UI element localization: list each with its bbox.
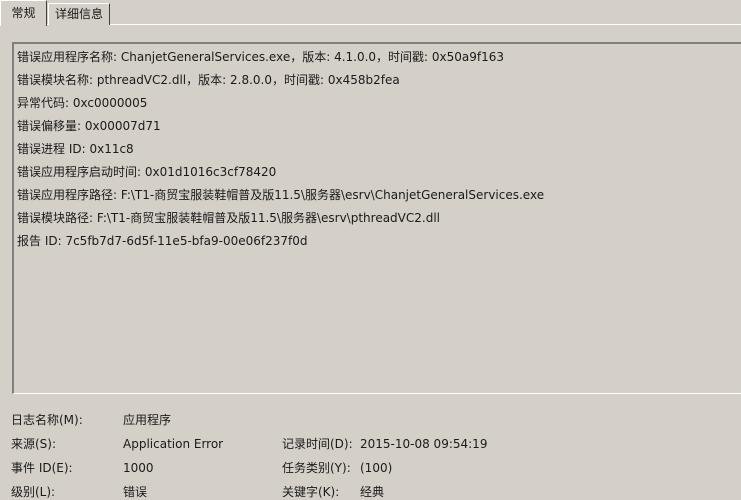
event-id-label: 事件 ID(E): xyxy=(11,461,73,475)
description-line: 异常代码: 0xc0000005 xyxy=(17,96,148,110)
description-line: 错误模块名称: pthreadVC2.dll，版本: 2.8.0.0，时间戳: … xyxy=(17,73,400,87)
level-label: 级别(L): xyxy=(11,485,56,499)
logged-label: 记录时间(D): xyxy=(282,437,353,451)
level-value: 错误 xyxy=(123,485,148,499)
keywords-value: 经典 xyxy=(360,485,385,499)
event-description-textbox[interactable]: 错误应用程序名称: ChanjetGeneralServices.exe，版本:… xyxy=(12,42,741,394)
tab-general[interactable]: 常规 xyxy=(0,0,47,26)
description-line: 错误应用程序路径: F:\T1-商贸宝服装鞋帽普及版11.5\服务器\esrv\… xyxy=(17,188,545,202)
tab-strip-border xyxy=(0,24,741,25)
source-value: Application Error xyxy=(123,437,224,451)
description-line: 错误模块路径: F:\T1-商贸宝服装鞋帽普及版11.5\服务器\esrv\pt… xyxy=(17,211,441,225)
description-line: 错误应用程序名称: ChanjetGeneralServices.exe，版本:… xyxy=(17,50,505,64)
log-name-label: 日志名称(M): xyxy=(11,413,83,427)
log-name-value: 应用程序 xyxy=(123,413,172,427)
tab-general-label: 常规 xyxy=(11,6,36,20)
task-category-label: 任务类别(Y): xyxy=(282,461,351,475)
description-line: 错误偏移量: 0x00007d71 xyxy=(17,119,161,133)
keywords-label: 关键字(K): xyxy=(282,485,340,499)
tab-strip: 常规 详细信息 xyxy=(0,0,741,26)
description-line: 错误应用程序启动时间: 0x01d1016c3cf78420 xyxy=(17,165,277,179)
logged-value: 2015-10-08 09:54:19 xyxy=(360,437,488,451)
tab-details[interactable]: 详细信息 xyxy=(48,3,110,25)
event-id-value: 1000 xyxy=(123,461,154,475)
task-category-value: (100) xyxy=(360,461,393,475)
description-line: 报告 ID: 7c5fb7d7-6d5f-11e5-bfa9-00e06f237… xyxy=(17,234,308,248)
tab-details-label: 详细信息 xyxy=(54,7,103,21)
source-label: 来源(S): xyxy=(11,437,57,451)
description-line: 错误进程 ID: 0x11c8 xyxy=(17,142,134,156)
